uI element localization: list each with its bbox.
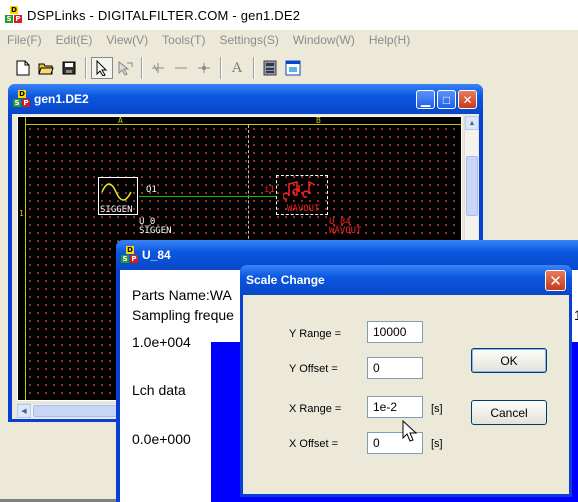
logo-letter-d: D	[10, 6, 18, 14]
menu-file[interactable]: File(F)	[0, 33, 49, 47]
sampling-frequency-label: Sampling freque	[132, 307, 234, 323]
save-icon[interactable]	[58, 57, 80, 79]
component-tool-icon[interactable]	[147, 57, 169, 79]
close-icon[interactable]: ✕	[545, 270, 566, 291]
logo-letter-p: P	[130, 255, 138, 263]
dialog-client: Y Range = 10000 Y Offset = 0 X Range = 1…	[243, 295, 569, 494]
dsp-logo-icon: D S P	[13, 90, 31, 108]
wire-tool-icon[interactable]	[114, 57, 136, 79]
monitor-window-title: U_84	[142, 248, 171, 262]
logo-letter-s: S	[5, 15, 13, 23]
window-icon[interactable]	[282, 57, 304, 79]
text-tool-glyph: A	[231, 59, 243, 76]
y-min-label: 0.0e+000	[132, 431, 191, 447]
y-offset-label: Y Offset =	[289, 363, 338, 375]
wavout-component[interactable]: WAVOUT	[276, 175, 328, 215]
logo-letter-p: P	[14, 15, 22, 23]
logo-letter-p: P	[22, 99, 30, 107]
vertical-scroll-thumb[interactable]	[466, 156, 478, 216]
dialog-titlebar[interactable]: Scale Change ✕	[240, 265, 572, 295]
text-tool-icon[interactable]: A	[226, 57, 248, 79]
toolbar-separator	[220, 57, 222, 79]
scroll-up-icon[interactable]: ▲	[465, 116, 479, 130]
column-label-a: A	[118, 116, 123, 125]
minimize-icon[interactable]: ▁	[416, 90, 435, 109]
x-offset-unit: [s]	[431, 438, 443, 450]
logo-letter-d: D	[126, 246, 134, 254]
parts-name-label: Parts Name:WA	[132, 287, 232, 303]
open-folder-icon[interactable]	[35, 57, 57, 79]
new-file-icon[interactable]	[12, 57, 34, 79]
siggen-type: SIGGEN	[139, 226, 172, 236]
music-note-icon	[283, 180, 316, 200]
dsp-logo-icon: D S P	[121, 246, 139, 264]
x-offset-label: X Offset =	[289, 438, 339, 450]
signal-wire[interactable]	[139, 196, 276, 197]
toolbar: A	[0, 54, 578, 82]
cancel-button[interactable]: Cancel	[471, 400, 547, 425]
app-title: DSPLinks - DIGITALFILTER.COM - gen1.DE2	[27, 7, 301, 23]
menu-tools[interactable]: Tools(T)	[155, 33, 212, 47]
siggen-port-label: O1	[146, 185, 157, 195]
dialog-title: Scale Change	[246, 273, 325, 287]
maximize-icon[interactable]: □	[437, 90, 456, 109]
wavout-type: WAVOUT	[329, 226, 362, 236]
y-max-label: 1.0e+004	[132, 334, 191, 350]
row-ruler	[18, 117, 26, 400]
y-range-label: Y Range =	[289, 328, 342, 340]
logo-letter-s: S	[13, 99, 21, 107]
sine-wave-icon	[101, 183, 132, 201]
siggen-component[interactable]: SIGGEN	[98, 177, 138, 215]
siggen-box-label: SIGGEN	[100, 205, 133, 215]
wavout-box-label: WAVOUT	[287, 204, 320, 214]
row-label-1: 1	[19, 209, 24, 218]
menu-bar: File(F) Edit(E) View(V) Tools(T) Setting…	[0, 30, 578, 50]
toolbar-separator	[253, 57, 255, 79]
scale-change-dialog: Scale Change ✕ Y Range = 10000 Y Offset …	[240, 265, 572, 497]
logo-letter-s: S	[121, 255, 129, 263]
schematic-window-titlebar[interactable]: D S P gen1.DE2 ▁ □ ✕	[8, 84, 483, 114]
line-tool-icon[interactable]	[170, 57, 192, 79]
menu-edit[interactable]: Edit(E)	[49, 33, 100, 47]
toolbar-separator	[85, 57, 87, 79]
app-title-bar[interactable]: D S P DSPLinks - DIGITALFILTER.COM - gen…	[0, 0, 578, 30]
x-range-input[interactable]: 1e-2	[367, 396, 423, 418]
scroll-left-icon[interactable]: ◀	[17, 404, 31, 418]
menu-help[interactable]: Help(H)	[362, 33, 417, 47]
y-range-input[interactable]: 10000	[367, 321, 423, 343]
logo-letter-d: D	[18, 90, 26, 98]
mouse-cursor-icon	[402, 420, 418, 442]
y-offset-input[interactable]: 0	[367, 357, 423, 379]
dsp-logo-icon: D S P	[5, 6, 23, 24]
close-icon[interactable]: ✕	[458, 90, 477, 109]
junction-tool-icon[interactable]	[193, 57, 215, 79]
column-ruler	[18, 117, 461, 125]
select-arrow-icon[interactable]	[91, 57, 113, 79]
x-range-label: X Range =	[289, 403, 342, 415]
channel-label: Lch data	[132, 382, 186, 398]
right-text-fragment: 1	[574, 307, 578, 323]
monitor-icon[interactable]	[259, 57, 281, 79]
column-label-b: B	[316, 116, 321, 125]
menu-window[interactable]: Window(W)	[286, 33, 362, 47]
main-window: D S P DSPLinks - DIGITALFILTER.COM - gen…	[0, 0, 578, 502]
menu-view[interactable]: View(V)	[99, 33, 155, 47]
ok-button[interactable]: OK	[471, 348, 547, 373]
toolbar-separator	[141, 57, 143, 79]
wavout-port-label: i1	[264, 185, 275, 195]
schematic-window-title: gen1.DE2	[34, 92, 89, 106]
x-range-unit: [s]	[431, 403, 443, 415]
menu-settings[interactable]: Settings(S)	[213, 33, 286, 47]
